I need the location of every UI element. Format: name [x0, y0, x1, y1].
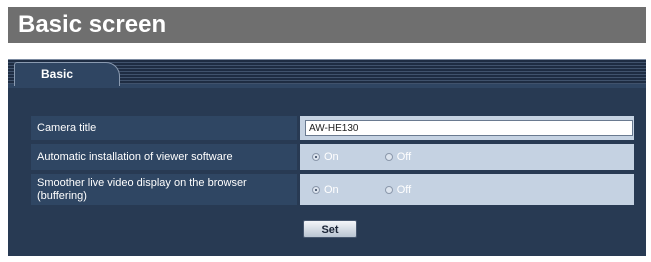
tab-basic[interactable]: Basic — [14, 62, 120, 86]
settings-panel: Basic Camera title Automatic installatio… — [8, 59, 646, 256]
camera-title-label: Camera title — [31, 116, 297, 140]
set-button[interactable]: Set — [303, 220, 357, 238]
buffering-label: Smoother live video display on the brows… — [31, 174, 297, 205]
buffering-radio-group: On Off — [312, 184, 457, 196]
page-heading: Basic screen — [8, 7, 646, 43]
radio-label: On — [324, 183, 339, 196]
buffering-on-radio[interactable]: On — [312, 184, 339, 196]
radio-label: Off — [396, 151, 412, 163]
auto-install-on-radio[interactable]: On — [312, 151, 339, 163]
radio-selected-icon — [312, 153, 320, 161]
auto-install-off-radio[interactable]: Off — [384, 151, 412, 163]
radio-unselected-icon — [384, 153, 393, 161]
buffering-cell: On Off — [300, 174, 634, 205]
auto-install-label: Automatic installation of viewer softwar… — [31, 144, 297, 170]
auto-install-radio-group: On Off — [312, 151, 457, 163]
camera-title-input[interactable] — [305, 120, 633, 136]
radio-label: Off — [396, 183, 412, 196]
buffering-off-radio[interactable]: Off — [384, 183, 412, 196]
buffering-row: Smoother live video display on the brows… — [31, 174, 634, 205]
camera-title-cell — [300, 116, 634, 140]
auto-install-cell: On Off — [300, 144, 634, 170]
radio-selected-icon — [312, 185, 320, 194]
camera-title-row: Camera title — [31, 116, 634, 140]
radio-unselected-icon — [384, 185, 393, 194]
radio-label: On — [324, 151, 339, 163]
auto-install-row: Automatic installation of viewer softwar… — [31, 144, 634, 170]
